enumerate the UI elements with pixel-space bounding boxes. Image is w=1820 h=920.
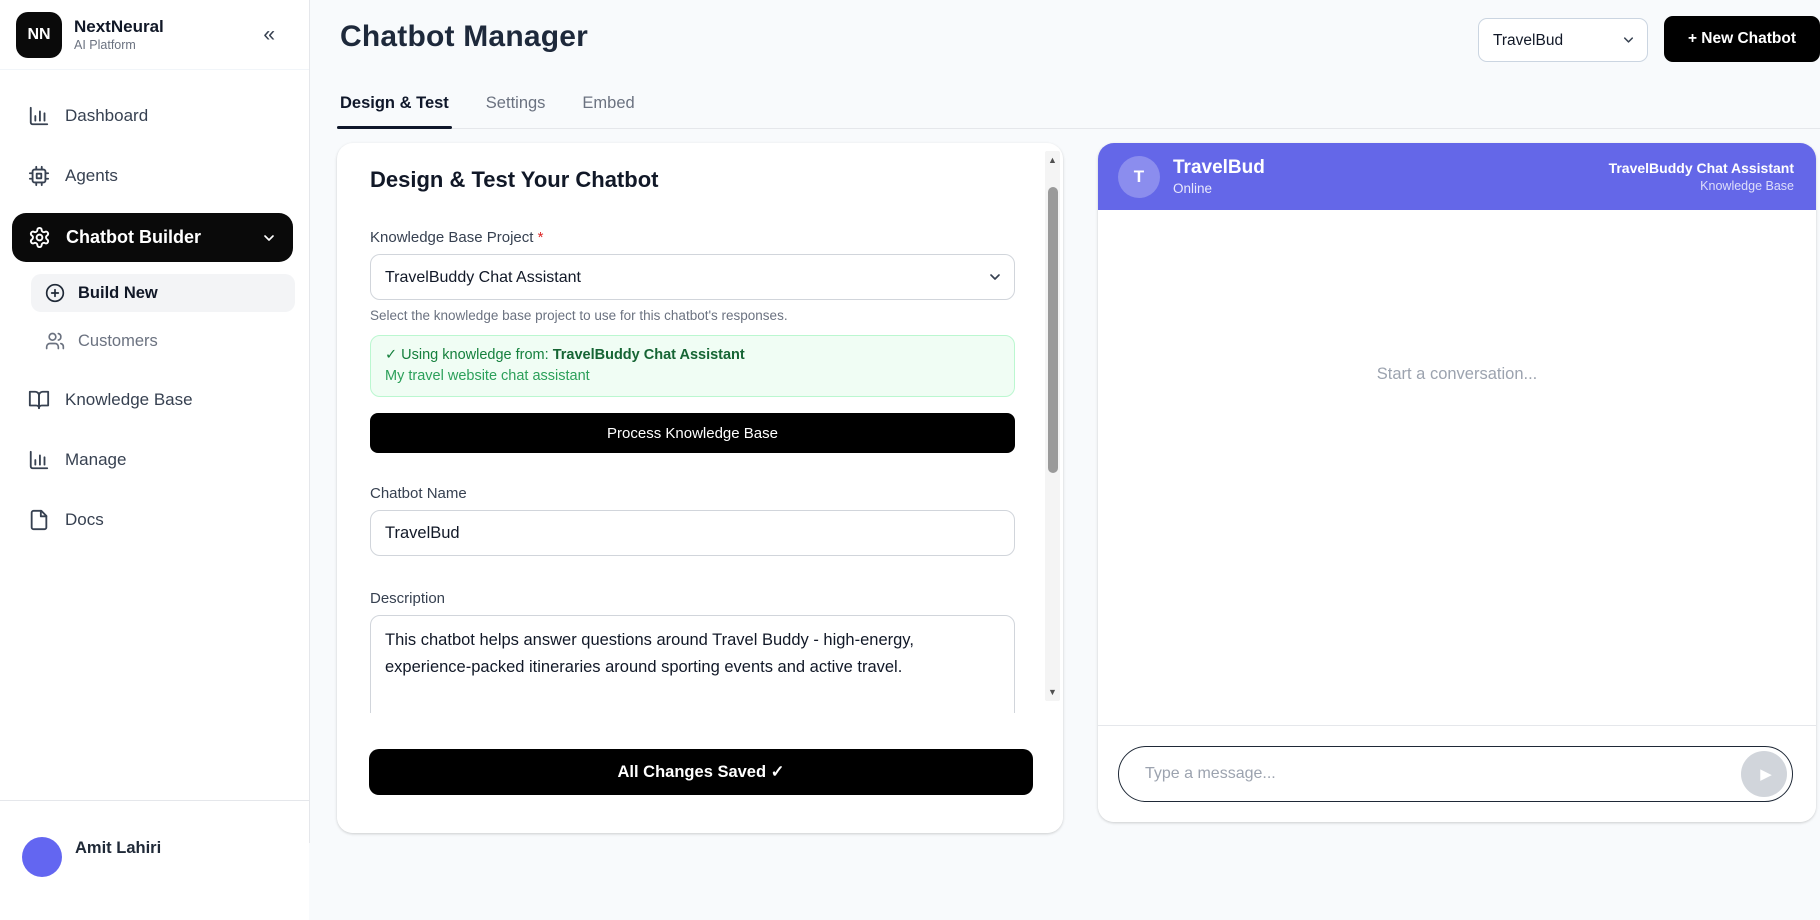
sidebar: NN NextNeural AI Platform « Dashboard Ag… bbox=[0, 0, 310, 920]
builder-footer: All Changes Saved ✓ bbox=[337, 713, 1063, 833]
brand-logo-initials: NN bbox=[27, 25, 51, 43]
builder-panel: Design & Test Your Chatbot Knowledge Bas… bbox=[337, 143, 1063, 833]
sidebar-item-dashboard[interactable]: Dashboard bbox=[16, 94, 295, 138]
tab-bar: Design & Test Settings Embed bbox=[337, 88, 1820, 129]
user-menu[interactable]: Amit Lahiri bbox=[0, 801, 309, 877]
save-button[interactable]: All Changes Saved ✓ bbox=[369, 749, 1033, 795]
sidebar-item-chatbot-builder[interactable]: Chatbot Builder bbox=[12, 213, 293, 262]
scrollbar-thumb[interactable] bbox=[1047, 187, 1058, 473]
file-icon bbox=[28, 509, 50, 531]
bar-chart-icon bbox=[28, 105, 50, 127]
brand-tagline: AI Platform bbox=[74, 38, 136, 52]
sidebar-item-agents[interactable]: Agents bbox=[16, 154, 295, 198]
sidebar-item-build-new[interactable]: Build New bbox=[31, 274, 295, 312]
kb-project-select-wrap: TravelBuddy Chat Assistant bbox=[370, 254, 1015, 300]
sidebar-item-docs[interactable]: Docs bbox=[16, 498, 295, 542]
kb-project-help: Select the knowledge base project to use… bbox=[370, 308, 788, 323]
send-button[interactable]: ▶ bbox=[1741, 751, 1787, 797]
bar-chart-icon bbox=[28, 449, 50, 471]
plus-circle-icon bbox=[45, 283, 65, 303]
tab-embed[interactable]: Embed bbox=[582, 88, 634, 128]
sidebar-item-customers[interactable]: Customers bbox=[31, 322, 295, 360]
chat-status: Online bbox=[1173, 180, 1213, 196]
chat-kb-block: TravelBuddy Chat Assistant Knowledge Bas… bbox=[1609, 160, 1794, 193]
cpu-icon bbox=[28, 165, 50, 187]
kb-status-description: My travel website chat assistant bbox=[385, 368, 590, 384]
book-open-icon bbox=[28, 389, 50, 411]
brand-logo: NN bbox=[16, 11, 62, 58]
brand-header: NN NextNeural AI Platform « bbox=[0, 0, 309, 70]
chat-input-bar: ▶ bbox=[1098, 725, 1816, 822]
kb-status-project-name: TravelBuddy Chat Assistant bbox=[552, 347, 745, 363]
sidebar-footer: Amit Lahiri bbox=[0, 800, 309, 920]
chatbot-name-input[interactable] bbox=[370, 510, 1015, 556]
kb-project-select[interactable]: TravelBuddy Chat Assistant bbox=[370, 254, 1015, 300]
users-icon bbox=[45, 331, 65, 351]
sidebar-item-manage[interactable]: Manage bbox=[16, 438, 295, 482]
chatbot-select-wrap: TravelBud bbox=[1478, 18, 1648, 62]
chat-avatar: T bbox=[1118, 155, 1160, 198]
scrollbar-down-icon[interactable]: ▼ bbox=[1045, 685, 1060, 699]
sidebar-item-label: Knowledge Base bbox=[65, 390, 193, 409]
sidebar-item-label: Docs bbox=[65, 510, 104, 529]
user-name: Amit Lahiri bbox=[75, 839, 162, 857]
builder-heading: Design & Test Your Chatbot bbox=[370, 167, 659, 192]
chat-kb-caption: Knowledge Base bbox=[1700, 179, 1794, 193]
tab-design-test[interactable]: Design & Test bbox=[337, 88, 452, 129]
app-root: { "brand": { "logo_initials": "NN", "nam… bbox=[0, 0, 1820, 920]
chat-title: TravelBud bbox=[1173, 157, 1265, 179]
sidebar-item-label: Chatbot Builder bbox=[66, 227, 201, 247]
tab-settings[interactable]: Settings bbox=[486, 88, 546, 128]
scrollbar[interactable]: ▲ ▼ bbox=[1045, 151, 1060, 701]
builder-scroll-area: Design & Test Your Chatbot Knowledge Bas… bbox=[337, 143, 1063, 713]
kb-project-label: Knowledge Base Project * bbox=[370, 229, 544, 246]
chat-header: T TravelBud Online TravelBuddy Chat Assi… bbox=[1098, 143, 1816, 210]
sidebar-item-label: Manage bbox=[65, 450, 127, 469]
chatbot-name-label: Chatbot Name bbox=[370, 485, 467, 502]
chat-message-area: Start a conversation... bbox=[1098, 210, 1816, 725]
chat-kb-name: TravelBuddy Chat Assistant bbox=[1608, 160, 1794, 176]
scrollbar-up-icon[interactable]: ▲ bbox=[1045, 153, 1060, 167]
sidebar-nav: Dashboard Agents Chatbot Builder Build N… bbox=[0, 70, 309, 843]
sidebar-item-label: Customers bbox=[78, 331, 158, 350]
new-chatbot-button[interactable]: + New Chatbot bbox=[1664, 16, 1820, 62]
description-label: Description bbox=[370, 590, 446, 607]
sidebar-item-label: Dashboard bbox=[65, 106, 149, 125]
send-icon: ▶ bbox=[1760, 766, 1772, 783]
chevron-down-icon bbox=[261, 230, 277, 246]
message-pill[interactable]: ▶ bbox=[1118, 746, 1793, 802]
sidebar-item-label: Build New bbox=[78, 283, 158, 302]
chat-title-block: TravelBud Online bbox=[1173, 157, 1265, 196]
process-knowledge-base-button[interactable]: Process Knowledge Base bbox=[370, 413, 1015, 453]
gear-icon bbox=[28, 226, 51, 249]
chat-empty-state: Start a conversation... bbox=[1376, 365, 1538, 383]
sidebar-collapse-button[interactable]: « bbox=[263, 24, 275, 45]
kb-status-box: ✓ Using knowledge from: TravelBuddy Chat… bbox=[370, 335, 1015, 397]
description-textarea[interactable]: This chatbot helps answer questions arou… bbox=[370, 615, 1015, 713]
user-avatar bbox=[22, 837, 62, 877]
message-input[interactable] bbox=[1119, 765, 1741, 783]
chatbot-select[interactable]: TravelBud bbox=[1478, 18, 1648, 62]
brand-text: NextNeural AI Platform bbox=[74, 17, 164, 52]
page-title: Chatbot Manager bbox=[340, 20, 589, 53]
brand-name: NextNeural bbox=[74, 17, 164, 36]
sidebar-item-knowledge-base[interactable]: Knowledge Base bbox=[16, 378, 295, 422]
chat-preview-panel: T TravelBud Online TravelBuddy Chat Assi… bbox=[1098, 143, 1816, 822]
kb-status-line: ✓ Using knowledge from: TravelBuddy Chat… bbox=[385, 347, 745, 363]
sidebar-item-label: Agents bbox=[65, 166, 118, 185]
required-asterisk: * bbox=[537, 229, 544, 246]
